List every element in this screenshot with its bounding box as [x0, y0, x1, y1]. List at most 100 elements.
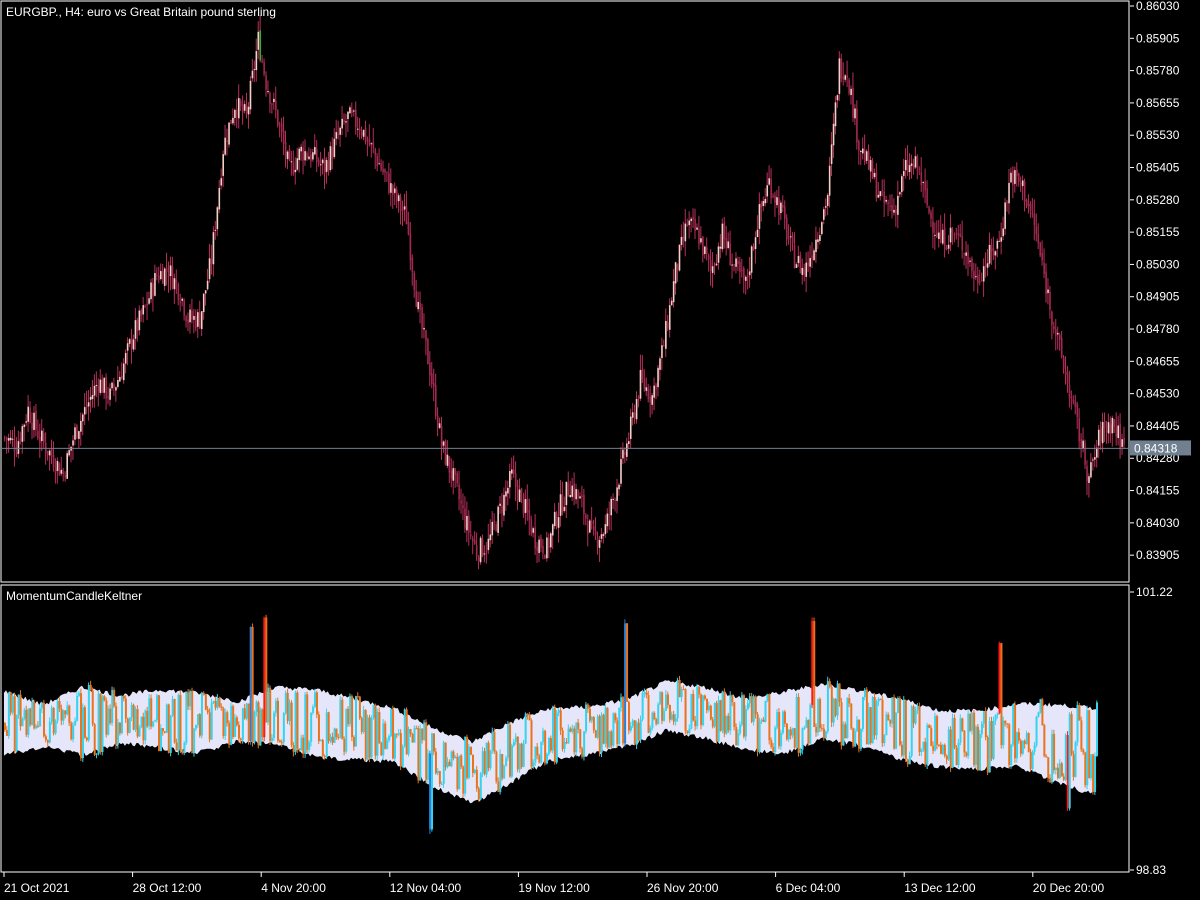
price-candle-body [571, 485, 574, 497]
momentum-candle-body [29, 708, 32, 725]
momentum-candle-body [522, 743, 525, 767]
price-candle-body [979, 281, 981, 283]
momentum-candle-body [464, 736, 467, 794]
price-candle-body [731, 264, 733, 266]
momentum-candle-body [955, 747, 958, 766]
price-candle-body [776, 197, 778, 206]
price-candle-body [963, 252, 965, 254]
price-candle-body [1039, 242, 1042, 256]
momentum-candle-body [1000, 643, 1003, 746]
momentum-candle-body [419, 728, 422, 781]
price-candle-body [828, 165, 831, 196]
price-candle-body [511, 469, 513, 474]
time-axis-label: 13 Dec 12:00 [904, 881, 976, 895]
price-candle-body [158, 275, 160, 280]
momentum-candle-body [144, 710, 147, 741]
price-candle-body [466, 515, 468, 531]
momentum-candle-body [899, 698, 902, 745]
price-candle-body [676, 264, 679, 270]
price-candle-body [1035, 226, 1038, 235]
momentum-candle-body [973, 712, 976, 765]
momentum-candle-body [762, 719, 765, 722]
momentum-candle-body [1033, 745, 1036, 752]
momentum-candle-body [784, 711, 786, 724]
price-candle-body [117, 380, 119, 387]
price-candle-body [1025, 199, 1028, 206]
price-candle-body [9, 437, 12, 441]
price-candle-body [452, 468, 455, 481]
momentum-candle-body [659, 692, 662, 705]
price-candle-body [873, 172, 876, 178]
momentum-candle-body [39, 708, 42, 727]
momentum-candle-body [520, 743, 523, 767]
momentum-candle-body [224, 712, 227, 736]
price-candle-body [440, 425, 443, 448]
price-candle-body [146, 303, 148, 306]
momentum-candle-body [66, 705, 69, 715]
momentum-candle-body [1045, 755, 1048, 758]
momentum-candle-body [565, 741, 568, 744]
momentum-candle-body [409, 729, 412, 734]
price-candle-body [27, 406, 29, 422]
price-candle-body [1057, 332, 1059, 335]
price-candle-body [682, 236, 685, 240]
price-candle-body [1018, 173, 1020, 182]
price-candle-body [499, 503, 501, 506]
momentum-candle-body [1053, 733, 1056, 771]
price-candle-body [996, 240, 999, 249]
momentum-candle-body [405, 709, 408, 755]
price-candle-body [316, 149, 318, 163]
price-candle-body [512, 469, 515, 475]
price-candle-body [93, 385, 96, 396]
price-candle-body [906, 159, 909, 173]
price-candle-body [661, 345, 663, 358]
momentum-candle-body [128, 717, 131, 733]
momentum-candle-body [232, 706, 235, 737]
price-candle-body [809, 258, 811, 267]
price-candle-body [600, 534, 603, 539]
price-candle-body [659, 358, 661, 370]
momentum-candle-body [688, 728, 691, 733]
price-candle-body [862, 148, 864, 154]
momentum-candle-body [713, 703, 716, 727]
price-candle-body [199, 312, 201, 328]
momentum-candle-body [848, 698, 851, 704]
momentum-candle-body [323, 755, 326, 758]
price-candle-body [179, 301, 182, 304]
momentum-candle-body [668, 704, 671, 720]
price-candle-body [138, 310, 141, 331]
price-candle-body [37, 430, 39, 439]
momentum-candle-body [241, 708, 244, 740]
price-candle-body [1060, 338, 1063, 358]
price-candle-body [392, 185, 394, 195]
momentum-candle-body [167, 704, 170, 753]
momentum-candle-body [758, 721, 761, 752]
price-candle-body [1023, 180, 1026, 202]
price-candle-body [735, 258, 737, 267]
momentum-candle-body [686, 730, 689, 733]
momentum-candle-body [1021, 740, 1024, 754]
price-candle-body [33, 412, 35, 431]
momentum-candle-body [446, 761, 449, 768]
momentum-candle-body [80, 693, 83, 759]
price-candle-body [107, 396, 109, 399]
price-candle-body [450, 470, 453, 479]
price-candle-body [795, 264, 798, 268]
momentum-candle-body [635, 722, 638, 745]
price-candle-body [446, 454, 449, 466]
price-candle-body [356, 128, 359, 130]
price-candle-body [819, 235, 821, 241]
price-candle-body [253, 69, 256, 71]
price-candle-body [1012, 170, 1014, 185]
price-candle-body [653, 385, 655, 398]
price-candle-body [840, 58, 843, 79]
price-candle-body [427, 339, 429, 365]
price-candle-body [273, 98, 275, 102]
price-candle-body [904, 159, 907, 171]
momentum-candle-body [709, 705, 712, 720]
momentum-candle-body [87, 685, 90, 741]
momentum-candle-body [594, 730, 597, 738]
momentum-candle-body [434, 751, 437, 774]
price-candle-body [329, 146, 332, 171]
price-candle-body [959, 233, 962, 237]
